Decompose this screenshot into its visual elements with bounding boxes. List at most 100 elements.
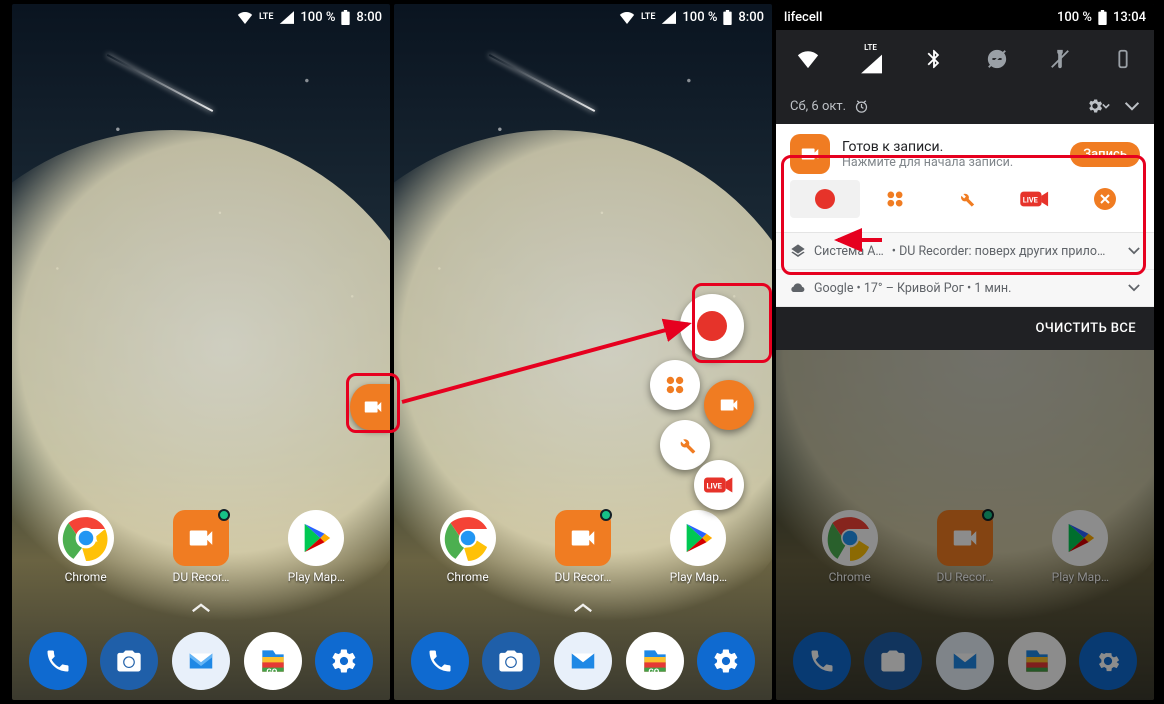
fan-record-button[interactable] xyxy=(680,294,744,358)
expand-shade[interactable] xyxy=(1124,101,1140,111)
fan-tools-button[interactable] xyxy=(660,420,710,470)
battery-percent: 100 % xyxy=(1057,10,1092,25)
app-chrome[interactable]: Chrome xyxy=(420,510,516,584)
camera-app[interactable] xyxy=(482,632,540,690)
grid-icon xyxy=(664,374,686,396)
dock: GO xyxy=(394,632,772,690)
svg-text:GO: GO xyxy=(648,667,659,676)
fan-live-button[interactable]: LIVE xyxy=(694,460,744,510)
app-row: Chrome DU Recor… Play Мар… xyxy=(12,510,390,584)
phone-panel-1: LTE 100 % 8:00 Chrome DU Recor… Play Мар… xyxy=(12,4,390,700)
phone-panel-3: lifecell 100 % 13:04 LTE Сб, 6 окт. xyxy=(776,4,1154,700)
status-bar: LTE 100 % 8:00 xyxy=(394,4,772,30)
play-store-icon xyxy=(288,510,344,566)
action-record[interactable] xyxy=(790,180,860,218)
app-chrome[interactable]: Chrome xyxy=(38,510,134,584)
inbox-icon xyxy=(186,646,216,676)
files-icon: GO xyxy=(257,645,289,677)
lte-label: LTE xyxy=(641,12,655,22)
du-recorder-icon xyxy=(790,134,830,174)
action-live[interactable]: LIVE xyxy=(1000,180,1070,218)
signal-icon xyxy=(279,11,294,24)
app-label: Chrome xyxy=(447,570,489,584)
chevron-down-icon xyxy=(1128,284,1140,292)
wifi-toggle[interactable] xyxy=(797,48,819,70)
notification-subtitle: Нажмите для начала записи. xyxy=(842,155,1058,170)
settings-app[interactable] xyxy=(315,632,373,690)
app-label: DU Recor… xyxy=(173,570,230,584)
settings-shortcut[interactable] xyxy=(1086,97,1110,115)
mobile-data-toggle[interactable]: LTE xyxy=(860,43,882,75)
svg-text:GO: GO xyxy=(266,667,277,676)
svg-text:LIVE: LIVE xyxy=(1023,195,1038,204)
action-close[interactable] xyxy=(1070,180,1140,218)
camera-icon xyxy=(362,396,384,418)
alarm-icon xyxy=(854,99,869,114)
sys-notif-left: Система А… xyxy=(814,244,884,259)
notification-title: Готов к записи. xyxy=(842,139,1058,155)
weather-notification[interactable]: Google • 17° – Кривой Рог • 1 мин. xyxy=(776,270,1154,307)
qs-date-row: Сб, 6 окт. xyxy=(776,88,1154,124)
camera-app-icon xyxy=(115,647,143,675)
clock: 13:04 xyxy=(1113,10,1146,25)
signal-icon xyxy=(661,11,676,24)
fan-grid-button[interactable] xyxy=(650,360,700,410)
status-bar: lifecell 100 % 13:04 xyxy=(776,4,1154,30)
quick-settings: LTE xyxy=(776,30,1154,88)
clock: 8:00 xyxy=(356,10,382,25)
live-icon: LIVE xyxy=(704,475,734,495)
app-label: Play Мар… xyxy=(670,570,727,584)
chrome-icon xyxy=(58,510,114,566)
app-du-recorder[interactable]: DU Recor… xyxy=(153,510,249,584)
dnd-toggle[interactable] xyxy=(986,48,1008,70)
camera-app[interactable] xyxy=(100,632,158,690)
chevron-up-icon[interactable] xyxy=(190,602,212,614)
du-floating-bubble[interactable] xyxy=(350,384,390,430)
app-du-recorder[interactable]: DU Recor… xyxy=(535,510,631,584)
files-app[interactable]: GO xyxy=(244,632,302,690)
notification-shade: LTE Сб, 6 окт. Готов к записи. xyxy=(776,30,1154,350)
lte-label: LTE xyxy=(259,12,273,22)
rotation-toggle[interactable] xyxy=(1112,48,1134,70)
wifi-icon xyxy=(237,11,253,24)
clear-all-button[interactable]: ОЧИСТИТЬ ВСЕ xyxy=(776,307,1154,350)
phone-panel-2: LTE 100 % 8:00 LIVE Chrome DU Recor… Pla… xyxy=(394,4,772,700)
carrier-label: lifecell xyxy=(784,10,822,25)
notification-dot xyxy=(218,509,230,521)
inbox-app[interactable] xyxy=(172,632,230,690)
record-button[interactable]: Запись xyxy=(1070,142,1140,167)
app-label: Play Мар… xyxy=(288,570,345,584)
action-tools[interactable] xyxy=(930,180,1000,218)
app-label: Chrome xyxy=(65,570,107,584)
layers-icon xyxy=(790,243,806,259)
phone-app[interactable] xyxy=(411,632,469,690)
system-notification[interactable]: Система А… • DU Recorder: поверх других … xyxy=(776,233,1154,270)
app-row: Chrome DU Recor… Play Мар… xyxy=(394,510,772,584)
wifi-icon xyxy=(619,11,635,24)
flashlight-toggle[interactable] xyxy=(1049,48,1071,70)
du-recorder-icon xyxy=(555,510,611,566)
files-app[interactable]: GO xyxy=(626,632,684,690)
action-grid[interactable] xyxy=(860,180,930,218)
chevron-up-icon[interactable] xyxy=(572,602,594,614)
app-play-store[interactable]: Play Мар… xyxy=(268,510,364,584)
app-play-store[interactable]: Play Мар… xyxy=(650,510,746,584)
fan-camera-button[interactable] xyxy=(704,380,754,430)
settings-app[interactable] xyxy=(697,632,755,690)
du-recorder-notification[interactable]: Готов к записи. Нажмите для начала запис… xyxy=(776,124,1154,233)
dock: GO xyxy=(12,632,390,690)
battery-icon xyxy=(341,10,350,25)
du-action-row: LIVE xyxy=(790,174,1140,222)
phone-app[interactable] xyxy=(29,632,87,690)
du-recorder-icon xyxy=(173,510,229,566)
chrome-icon xyxy=(440,510,496,566)
record-icon xyxy=(697,311,727,341)
camera-icon xyxy=(718,394,740,416)
clock: 8:00 xyxy=(738,10,764,25)
bluetooth-toggle[interactable] xyxy=(923,48,945,70)
cloud-icon xyxy=(790,280,806,296)
inbox-app[interactable] xyxy=(554,632,612,690)
battery-percent: 100 % xyxy=(682,10,717,25)
play-store-icon xyxy=(670,510,726,566)
svg-text:LIVE: LIVE xyxy=(707,481,723,490)
